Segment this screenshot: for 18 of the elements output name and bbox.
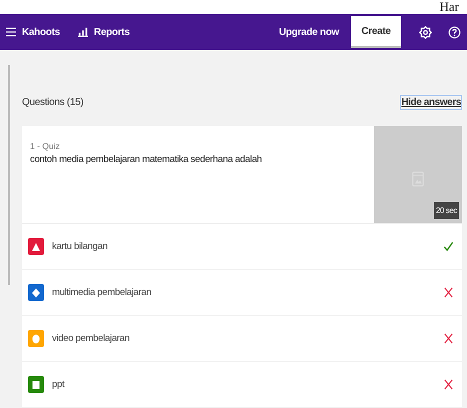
answer-text: multimedia pembelajaran <box>52 287 152 298</box>
create-button[interactable]: Create <box>351 16 401 48</box>
settings-icon[interactable] <box>419 26 432 38</box>
upgrade-link[interactable]: Upgrade now <box>278 26 339 38</box>
section-title: Questions (15) <box>22 96 84 108</box>
bar-chart-icon <box>78 27 88 37</box>
answer-text: video pembelajaran <box>52 333 131 344</box>
question-text: contoh media pembelajaran matematika sederhana adalah <box>30 154 263 165</box>
answer-text: ppt <box>52 379 66 390</box>
page-heading: Har <box>440 0 459 14</box>
hide-answers-button[interactable]: Hide answers <box>400 94 462 110</box>
question-type: 1 - Quiz <box>30 141 61 151</box>
help-icon[interactable] <box>448 26 461 38</box>
nav-link[interactable]: Reports <box>78 26 130 38</box>
time-badge: 20 sec <box>434 202 459 219</box>
nav-link[interactable]: Kahoots <box>6 26 60 38</box>
menu-icon <box>6 27 16 37</box>
answer-text: kartu bilangan <box>52 241 108 252</box>
